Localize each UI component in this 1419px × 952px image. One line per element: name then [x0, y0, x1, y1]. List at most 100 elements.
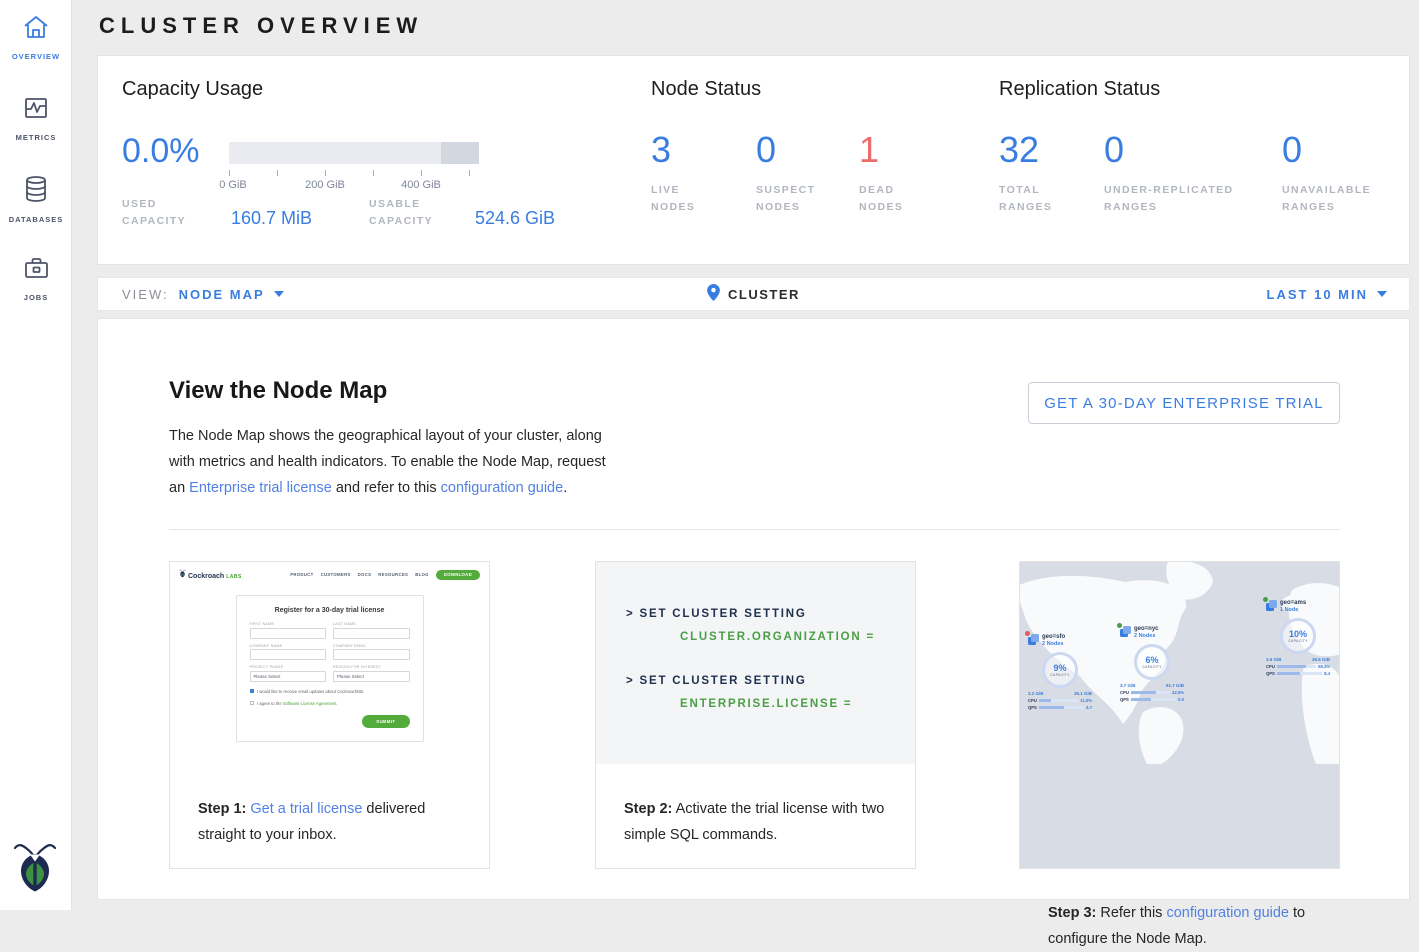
step2-thumbnail: > SET CLUSTER SETTING CLUSTER.ORGANIZATI… — [596, 562, 915, 764]
nav-item: RESOURCES — [378, 572, 408, 577]
axis-tick — [229, 170, 230, 176]
field-select: Please Select — [333, 671, 410, 682]
locality-node-count: 2 Nodes — [1134, 633, 1159, 640]
cockroach-labs-logo: Cockroach LABS — [179, 569, 242, 580]
sidebar-item-databases[interactable]: DATABASES — [0, 175, 72, 224]
node-status-title: Node Status — [651, 78, 761, 101]
sidebar-item-overview[interactable]: OVERVIEW — [0, 14, 72, 61]
field-input — [333, 628, 410, 639]
step-number: Step 1: — [198, 801, 246, 817]
locality-ams: geo=ams 1 Node 10% CAPACITY 3.6 GiB36.6 … — [1266, 600, 1330, 676]
axis-tick — [325, 170, 326, 176]
form-title: Register for a 30-day trial license — [250, 607, 410, 614]
view-label: VIEW: — [122, 287, 169, 302]
step3-card: geo=sfo 2 Nodes 9% CAPACITY 3.2 GiB35.1 … — [1019, 561, 1340, 869]
live-nodes-label: LIVE NODES — [651, 182, 695, 216]
suspect-nodes-label: SUSPECT NODES — [756, 182, 815, 216]
capacity-gauge: 9% CAPACITY — [1042, 652, 1078, 688]
total-ranges-label: TOTAL RANGES — [999, 182, 1052, 216]
field-label: PROJECT PHASE — [250, 665, 327, 669]
sidebar: OVERVIEW METRICS DATABASES — [0, 0, 72, 910]
unavailable-ranges-label: UNAVAILABLE RANGES — [1282, 182, 1371, 216]
step2-card: > SET CLUSTER SETTING CLUSTER.ORGANIZATI… — [595, 561, 916, 869]
used-capacity-label: USED CAPACITY — [122, 196, 186, 230]
live-nodes-value: 3 — [651, 132, 695, 168]
description-text: . — [563, 480, 567, 496]
sql-arg-2: ENTERPRISE.LICENSE = — [680, 698, 915, 710]
locality-sfo: geo=sfo 2 Nodes 9% CAPACITY 3.2 GiB35.1 … — [1028, 634, 1092, 710]
section-divider — [169, 529, 1340, 530]
checkbox-label: I agree to the Software License Agreemen… — [257, 701, 338, 706]
field-label: COMPANY NAME — [250, 644, 327, 648]
step-number: Step 2: — [624, 801, 672, 817]
cluster-summary-panel: Capacity Usage 0.0% 0 GiB 200 GiB 400 Gi… — [97, 55, 1410, 265]
status-dot-green-icon — [1263, 597, 1268, 602]
time-range-value: LAST 10 MIN — [1267, 287, 1368, 302]
license-agreement-link: Software License Agreement. — [283, 701, 338, 706]
suspect-nodes-value: 0 — [756, 132, 815, 168]
sidebar-item-jobs[interactable]: JOBS — [0, 255, 72, 302]
get-trial-license-link[interactable]: Get a trial license — [250, 801, 362, 817]
capacity-used-percent: 0.0% — [122, 132, 200, 171]
logo-suffix: LABS — [226, 574, 242, 580]
sidebar-item-metrics[interactable]: METRICS — [0, 95, 72, 142]
sql-arg-1: CLUSTER.ORGANIZATION = — [680, 631, 915, 643]
field-label: REASON FOR INTEREST — [333, 665, 410, 669]
checkbox-unchecked — [250, 701, 255, 706]
enterprise-trial-button[interactable]: GET A 30-DAY ENTERPRISE TRIAL — [1028, 382, 1340, 424]
field-label: COMPANY EMAIL — [333, 644, 410, 648]
dead-nodes-stat: 1 DEAD NODES — [859, 132, 903, 216]
location-pin-icon — [707, 284, 720, 304]
status-dot-red-icon — [1025, 631, 1030, 636]
step3-caption: Step 3: Refer this configuration guide t… — [1020, 868, 1339, 952]
nav-item: PRODUCT — [290, 572, 313, 577]
configuration-guide-link[interactable]: configuration guide — [1166, 905, 1289, 921]
chevron-down-icon — [274, 291, 284, 297]
download-pill: DOWNLOAD — [436, 570, 480, 580]
logo-text: Cockroach — [188, 573, 224, 580]
locality-name: geo=sfo — [1042, 634, 1065, 641]
usable-capacity-label: USABLE CAPACITY — [369, 196, 433, 230]
submit-pill: SUBMIT — [362, 715, 409, 728]
sidebar-item-label: OVERVIEW — [12, 52, 60, 61]
configuration-guide-link[interactable]: configuration guide — [441, 480, 564, 496]
mini-site-nav: PRODUCT CUSTOMERS DOCS RESOURCES BLOG DO… — [290, 570, 480, 580]
capacity-gauge: 10% CAPACITY — [1280, 618, 1316, 654]
replication-status-title: Replication Status — [999, 78, 1160, 101]
axis-tick — [421, 170, 422, 176]
axis-tick — [469, 170, 470, 176]
capacity-usage-title: Capacity Usage — [122, 78, 263, 101]
view-selector-value: NODE MAP — [179, 287, 265, 302]
axis-tick-label: 400 GiB — [386, 179, 456, 191]
locality-node-count: 2 Nodes — [1042, 641, 1065, 648]
databases-icon — [24, 175, 48, 208]
locality-node-count: 1 Node — [1280, 607, 1306, 614]
page-title: CLUSTER OVERVIEW — [99, 13, 423, 39]
checkbox-checked — [250, 689, 255, 694]
nav-item: CUSTOMERS — [321, 572, 351, 577]
view-selector-dropdown[interactable]: NODE MAP — [179, 287, 284, 302]
field-select: Please Select — [250, 671, 327, 682]
under-replicated-ranges-value: 0 — [1104, 132, 1234, 168]
axis-tick — [373, 170, 374, 176]
sql-command-1: > SET CLUSTER SETTING — [626, 608, 915, 620]
field-input — [333, 649, 410, 660]
locality-name: geo=ams — [1280, 600, 1306, 607]
section-heading: View the Node Map — [169, 377, 387, 405]
step3-node-map-thumbnail: geo=sfo 2 Nodes 9% CAPACITY 3.2 GiB35.1 … — [1020, 562, 1339, 868]
checkbox-label: I would like to receive email updates ab… — [257, 689, 364, 694]
field-input — [250, 628, 327, 639]
under-replicated-ranges-stat: 0 UNDER-REPLICATED RANGES — [1104, 132, 1234, 216]
suspect-nodes-stat: 0 SUSPECT NODES — [756, 132, 815, 216]
jobs-icon — [23, 255, 50, 286]
trial-register-form: Register for a 30-day trial license FIRS… — [236, 595, 424, 742]
usable-capacity-value: 524.6 GiB — [475, 208, 555, 229]
enterprise-trial-license-link[interactable]: Enterprise trial license — [189, 480, 332, 496]
chevron-down-icon — [1377, 291, 1387, 297]
time-range-dropdown[interactable]: LAST 10 MIN — [1267, 287, 1387, 302]
used-capacity-value: 160.7 MiB — [231, 208, 312, 229]
locality-nyc: geo=nyc 2 Nodes 6% CAPACITY 3.7 GiB61.7 … — [1120, 626, 1184, 702]
dead-nodes-value: 1 — [859, 132, 903, 168]
step1-caption: Step 1: Get a trial license delivered st… — [170, 764, 489, 848]
field-label: FIRST NAME — [250, 622, 327, 626]
